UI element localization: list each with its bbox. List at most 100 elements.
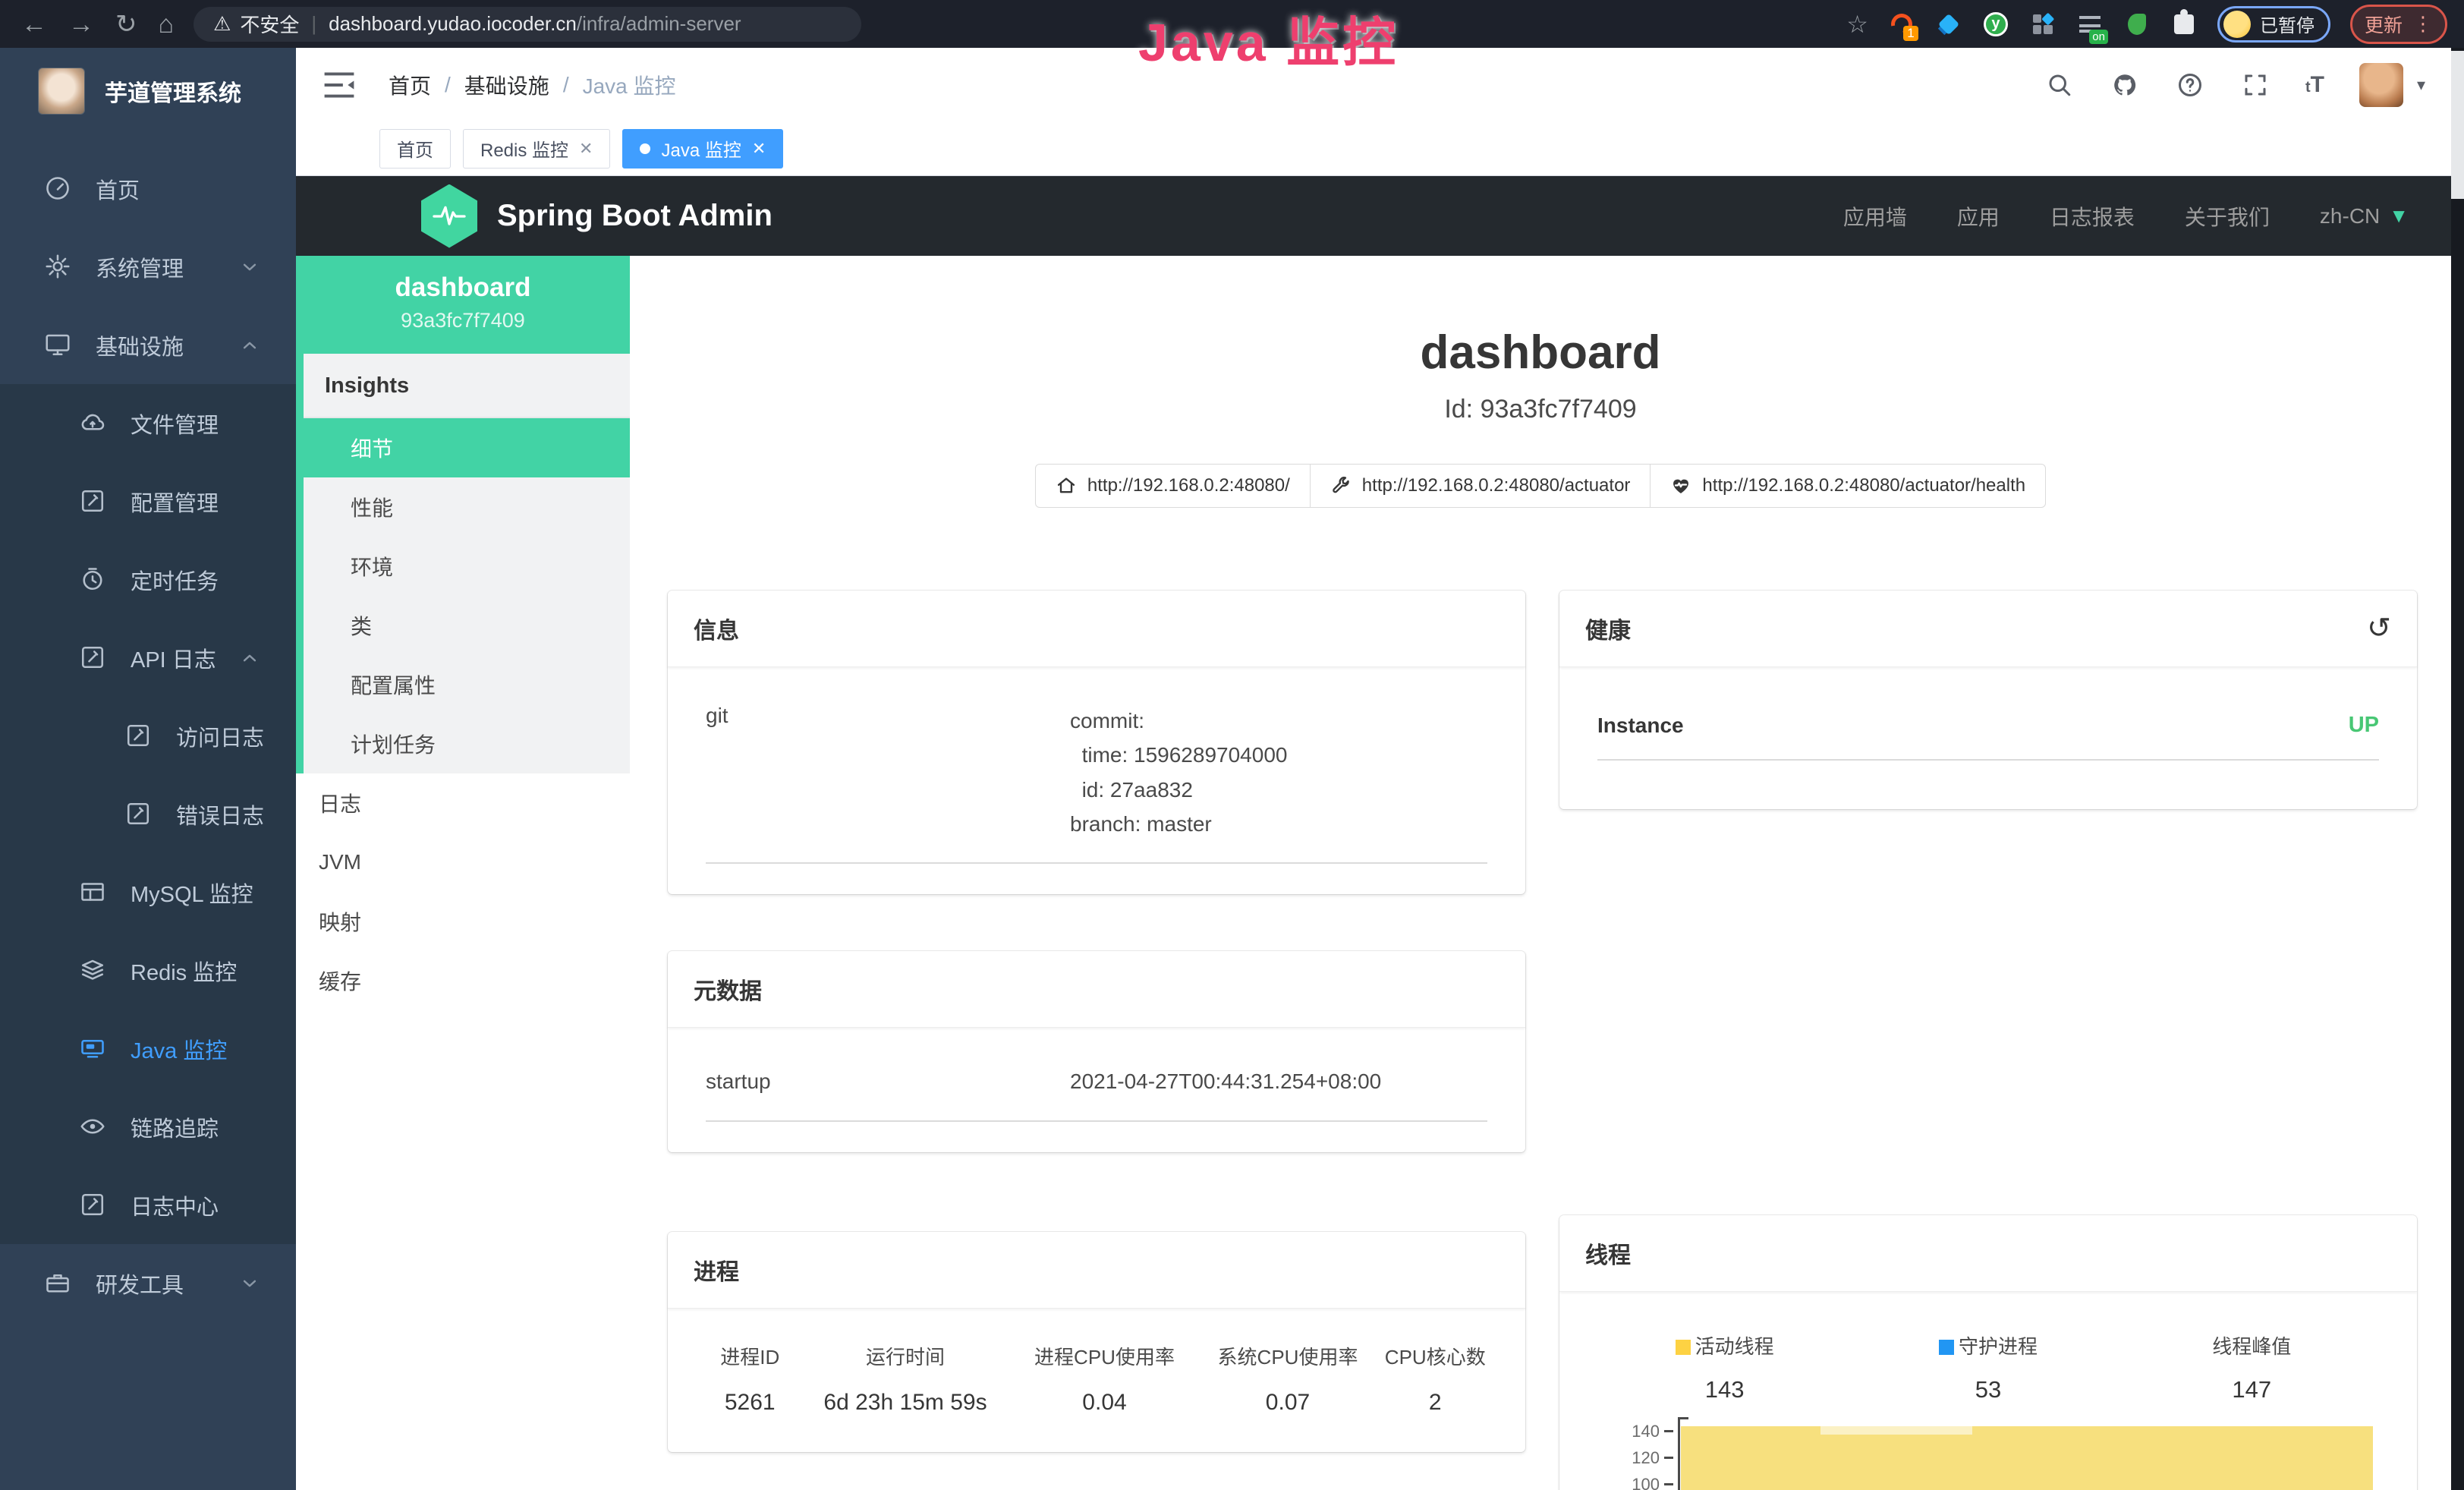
nav-item-metrics[interactable]: 性能 [304, 477, 630, 537]
page-scrollbar[interactable] [2451, 48, 2464, 1490]
locale-value: zh-CN [2320, 204, 2380, 228]
timer-icon [79, 565, 108, 594]
nav-item-mappings[interactable]: 映射 [296, 892, 630, 951]
health-url-button[interactable]: http://192.168.0.2:48080/actuator/health [1650, 464, 2046, 508]
sba-brand-title[interactable]: Spring Boot Admin [497, 199, 773, 233]
peak-threads-value: 147 [2120, 1376, 2384, 1403]
extension-refresh-icon[interactable]: 1 [1888, 11, 1915, 38]
legend-peak-threads: 线程峰值 [2120, 1331, 2384, 1359]
breadcrumb: 首页 / 基础设施 / Java 监控 [389, 70, 676, 100]
nav-item-caches[interactable]: 缓存 [296, 951, 630, 1010]
sidebar-item-dev-tools[interactable]: 研发工具 [0, 1244, 296, 1322]
threads-area-chart: 140 120 100 [1593, 1417, 2384, 1490]
tab-redis-monitor[interactable]: Redis 监控 ✕ [463, 129, 610, 169]
service-url-button[interactable]: http://192.168.0.2:48080/ [1035, 464, 1311, 508]
github-icon[interactable] [2110, 70, 2140, 100]
screen-monitor-icon [79, 1035, 108, 1063]
sidebar-item-label: MySQL 监控 [131, 877, 253, 909]
bookmark-star-icon[interactable]: ☆ [1846, 10, 1868, 39]
insights-section: Insights 细节 性能 环境 类 配置属性 计划任务 [296, 354, 630, 773]
browser-back-icon[interactable]: ← [21, 11, 47, 37]
font-size-icon[interactable]: tT [2305, 72, 2324, 98]
avatar-caret-down-icon[interactable]: ▾ [2417, 75, 2425, 95]
sidebar-item-java-monitor[interactable]: Java 监控 [0, 1010, 296, 1088]
sidebar-item-tracing[interactable]: 链路追踪 [0, 1088, 296, 1166]
app-logo-row[interactable]: 芋道管理系统 [0, 48, 296, 133]
extension-leaf-icon[interactable] [2123, 11, 2151, 38]
nav-item-scheduled-tasks[interactable]: 计划任务 [304, 714, 630, 773]
address-bar[interactable]: ⚠ 不安全 | dashboard.yudao.iocoder.cn/infra… [194, 7, 861, 42]
actuator-url: http://192.168.0.2:48080/actuator [1362, 475, 1631, 496]
sidebar-item-label: 系统管理 [96, 251, 184, 283]
sidebar-item-scheduled-jobs[interactable]: 定时任务 [0, 540, 296, 619]
page-title: dashboard [630, 326, 2451, 380]
fullscreen-icon[interactable] [2240, 70, 2270, 100]
sba-nav: 应用墙 应用 日志报表 关于我们 zh-CN ▼ [1843, 201, 2451, 232]
active-threads-area [1681, 1426, 2373, 1490]
nav-item-jvm[interactable]: JVM [296, 833, 630, 892]
sba-nav-about[interactable]: 关于我们 [2185, 201, 2270, 232]
breadcrumb-home[interactable]: 首页 [389, 70, 431, 100]
sidebar-item-log-center[interactable]: 日志中心 [0, 1166, 296, 1244]
sidebar-item-api-logs[interactable]: API 日志 [0, 619, 296, 697]
browser-home-icon[interactable]: ⌂ [159, 11, 175, 37]
breadcrumb-infrastructure[interactable]: 基础设施 [464, 70, 549, 100]
nav-item-config-props[interactable]: 配置属性 [304, 655, 630, 714]
extension-pin-icon[interactable] [1935, 11, 1962, 38]
sidebar-collapse-icon[interactable] [323, 71, 355, 99]
tab-close-icon[interactable]: ✕ [752, 139, 766, 159]
search-icon[interactable] [2044, 70, 2075, 100]
scrollbar-thumb[interactable] [2451, 51, 2464, 199]
extension-y-circle-icon[interactable]: y [1982, 11, 2009, 38]
browser-update-button[interactable]: 更新 ⋮ [2350, 5, 2447, 44]
tab-label: Java 监控 [661, 135, 741, 162]
help-icon[interactable] [2175, 70, 2205, 100]
extension-grid-icon[interactable] [2029, 11, 2056, 38]
instance-header[interactable]: dashboard 93a3fc7f7409 [296, 256, 630, 354]
chevron-down-icon [238, 256, 261, 279]
y-tick-100: 100 [1593, 1475, 1660, 1490]
sidebar-item-label: 首页 [96, 173, 140, 205]
eye-icon [79, 1113, 108, 1142]
nav-item-details[interactable]: 细节 [304, 418, 630, 477]
sidebar-item-config-management[interactable]: 配置管理 [0, 462, 296, 540]
sba-locale-select[interactable]: zh-CN ▼ [2320, 204, 2409, 228]
user-avatar[interactable] [2359, 63, 2403, 107]
threads-legend: 活动线程 守护进程 线程峰值 [1593, 1331, 2384, 1359]
history-icon[interactable]: ↺ [2367, 614, 2391, 643]
sidebar-item-system-management[interactable]: 系统管理 [0, 228, 296, 306]
sba-nav-wallboard[interactable]: 应用墙 [1843, 201, 1907, 232]
tab-close-icon[interactable]: ✕ [579, 139, 593, 159]
sidebar-item-file-management[interactable]: 文件管理 [0, 384, 296, 462]
actuator-url-button[interactable]: http://192.168.0.2:48080/actuator [1310, 464, 1651, 508]
health-instance-row: Instance UP [1597, 713, 2379, 761]
sidebar-item-mysql-monitor[interactable]: MySQL 监控 [0, 853, 296, 931]
tab-java-monitor[interactable]: Java 监控 ✕ [622, 129, 783, 169]
sidebar-item-error-logs[interactable]: 错误日志 [0, 775, 296, 853]
sidebar-item-label: 文件管理 [131, 408, 219, 439]
nav-item-logs[interactable]: 日志 [296, 773, 630, 833]
health-key: Instance [1597, 713, 1684, 738]
browser-reload-icon[interactable]: ↻ [115, 11, 137, 37]
daemon-threads-value: 53 [1856, 1376, 2119, 1403]
nav-item-classes[interactable]: 类 [304, 596, 630, 655]
log-edit-icon [124, 722, 153, 751]
sidebar-item-infrastructure[interactable]: 基础设施 [0, 306, 296, 384]
browser-profile-chip[interactable]: 已暂停 [2217, 6, 2330, 43]
sidebar-item-label: 链路追踪 [131, 1111, 219, 1143]
extension-list-icon[interactable]: on [2076, 11, 2104, 38]
extensions-puzzle-icon[interactable] [2170, 11, 2198, 38]
instance-url-group: http://192.168.0.2:48080/ http://192.168… [630, 464, 2451, 508]
sidebar-item-home[interactable]: 首页 [0, 150, 296, 228]
sidebar-item-access-logs[interactable]: 访问日志 [0, 697, 296, 775]
sba-nav-journal[interactable]: 日志报表 [2050, 201, 2135, 232]
address-divider: | [311, 12, 316, 36]
tab-home[interactable]: 首页 [379, 129, 451, 169]
browser-menu-dots-icon[interactable]: ⋮ [2413, 12, 2433, 36]
health-card-title: 健康 [1585, 612, 1631, 645]
log-edit-icon [79, 644, 108, 673]
sba-nav-applications[interactable]: 应用 [1957, 201, 2000, 232]
browser-forward-icon[interactable]: → [68, 11, 94, 37]
sidebar-item-redis-monitor[interactable]: Redis 监控 [0, 931, 296, 1010]
nav-item-environment[interactable]: 环境 [304, 537, 630, 596]
